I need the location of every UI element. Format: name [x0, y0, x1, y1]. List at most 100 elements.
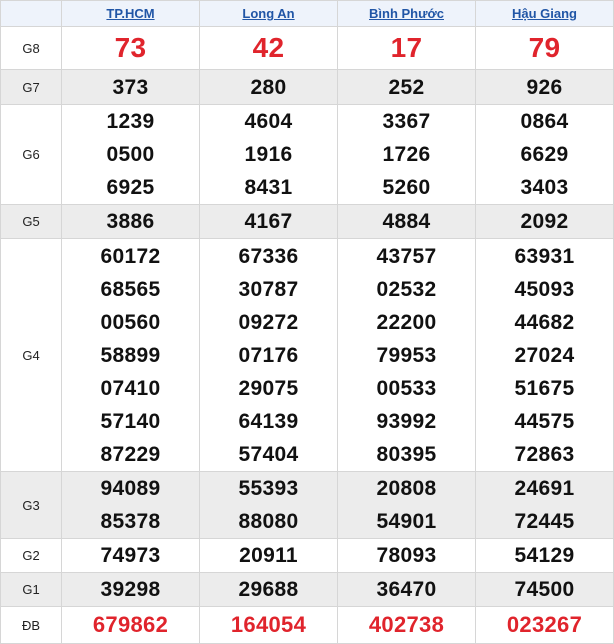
prize-row-g2: G2 74973 20911 78093 54129 [0, 538, 614, 573]
special-prize-number: 402738 [368, 612, 445, 637]
header-corner [0, 0, 62, 27]
prize-cell: 43757 02532 22200 79953 00533 93992 8039… [337, 238, 476, 472]
prize-number: 74973 [100, 544, 161, 567]
prize-number: 3403 [520, 176, 569, 199]
prize-number: 20911 [239, 544, 298, 567]
prize-row-special: ĐB 679862 164054 402738 023267 [0, 606, 614, 644]
prize-number: 1726 [382, 143, 431, 166]
prize-number: 3886 [106, 210, 155, 233]
prize-number: 27024 [514, 343, 575, 367]
prize-cell: 4167 [199, 204, 338, 239]
prize-number: 74500 [514, 578, 575, 601]
prize-cell: 36470 [337, 572, 476, 607]
prize-number: 926 [526, 75, 563, 99]
prize-number: 73 [114, 32, 147, 63]
prize-cell: 1239 0500 6925 [61, 104, 200, 205]
prize-cell: 29688 [199, 572, 338, 607]
prize-label: G4 [0, 238, 62, 472]
special-prize-number: 023267 [506, 612, 583, 637]
prize-cell: 4884 [337, 204, 476, 239]
prize-number: 4604 [244, 110, 293, 133]
prize-number: 88080 [238, 510, 299, 533]
special-prize-number: 164054 [230, 612, 307, 637]
prize-number: 20808 [376, 477, 437, 500]
prize-number: 57140 [100, 409, 161, 433]
prize-label: ĐB [0, 606, 62, 644]
prize-number: 8431 [244, 176, 293, 199]
prize-cell: 023267 [475, 606, 614, 644]
prize-label: G2 [0, 538, 62, 573]
prize-number: 07410 [100, 376, 161, 400]
prize-cell: 2092 [475, 204, 614, 239]
prize-cell: 20808 54901 [337, 471, 476, 539]
prize-cell: 78093 [337, 538, 476, 573]
prize-number: 30787 [238, 277, 299, 301]
prize-number: 72863 [514, 442, 575, 466]
prize-cell: 373 [61, 69, 200, 105]
prize-number: 85378 [100, 510, 161, 533]
prize-cell: 3367 1726 5260 [337, 104, 476, 205]
prize-number: 64139 [238, 409, 299, 433]
province-link-long-an[interactable]: Long An [242, 6, 294, 21]
prize-number: 58899 [100, 343, 161, 367]
prize-number: 72445 [514, 510, 575, 533]
prize-cell: 24691 72445 [475, 471, 614, 539]
prize-number: 4167 [244, 210, 293, 233]
prize-number: 29688 [238, 578, 299, 601]
province-header: Bình Phước [337, 0, 476, 27]
prize-number: 39298 [100, 578, 161, 601]
prize-cell: 926 [475, 69, 614, 105]
prize-label: G5 [0, 204, 62, 239]
prize-number: 43757 [376, 244, 437, 268]
province-link-hau-giang[interactable]: Hậu Giang [512, 6, 577, 21]
prize-number: 00560 [100, 310, 161, 334]
prize-number: 1239 [106, 110, 155, 133]
prize-cell: 94089 85378 [61, 471, 200, 539]
lottery-results-table: TP.HCM Long An Bình Phước Hậu Giang G8 7… [0, 0, 614, 644]
prize-number: 57404 [238, 442, 299, 466]
prize-number: 00533 [376, 376, 437, 400]
prize-cell: 280 [199, 69, 338, 105]
prize-cell: 252 [337, 69, 476, 105]
prize-row-g5: G5 3886 4167 4884 2092 [0, 204, 614, 239]
prize-number: 5260 [382, 176, 431, 199]
prize-number: 0500 [106, 143, 155, 166]
prize-cell: 60172 68565 00560 58899 07410 57140 8722… [61, 238, 200, 472]
prize-number: 36470 [376, 578, 437, 601]
prize-number: 80395 [376, 442, 437, 466]
prize-cell: 54129 [475, 538, 614, 573]
prize-number: 63931 [514, 244, 575, 268]
prize-row-g7: G7 373 280 252 926 [0, 69, 614, 105]
prize-label: G7 [0, 69, 62, 105]
prize-cell: 679862 [61, 606, 200, 644]
prize-number: 09272 [238, 310, 299, 334]
prize-number: 42 [252, 32, 285, 63]
prize-number: 280 [250, 75, 287, 99]
prize-number: 6629 [520, 143, 569, 166]
prize-row-g6: G6 1239 0500 6925 4604 1916 8431 3367 17… [0, 104, 614, 205]
prize-row-g1: G1 39298 29688 36470 74500 [0, 572, 614, 607]
prize-cell: 20911 [199, 538, 338, 573]
province-header: Hậu Giang [475, 0, 614, 27]
prize-number: 93992 [376, 409, 437, 433]
prize-number: 67336 [238, 244, 299, 268]
prize-cell: 63931 45093 44682 27024 51675 44575 7286… [475, 238, 614, 472]
prize-number: 4884 [382, 210, 431, 233]
prize-cell: 55393 88080 [199, 471, 338, 539]
prize-cell: 164054 [199, 606, 338, 644]
prize-number: 02532 [376, 277, 437, 301]
province-link-tphcm[interactable]: TP.HCM [106, 6, 154, 21]
prize-cell: 39298 [61, 572, 200, 607]
prize-number: 45093 [514, 277, 575, 301]
prize-cell: 17 [337, 26, 476, 70]
prize-number: 54129 [514, 544, 575, 567]
prize-number: 3367 [382, 110, 431, 133]
prize-number: 17 [390, 32, 423, 63]
prize-number: 0864 [520, 110, 569, 133]
province-link-binh-phuoc[interactable]: Bình Phước [369, 6, 444, 21]
prize-number: 373 [112, 75, 149, 99]
prize-number: 22200 [376, 310, 437, 334]
prize-number: 78093 [376, 544, 437, 567]
prize-number: 87229 [100, 442, 161, 466]
prize-cell: 79 [475, 26, 614, 70]
